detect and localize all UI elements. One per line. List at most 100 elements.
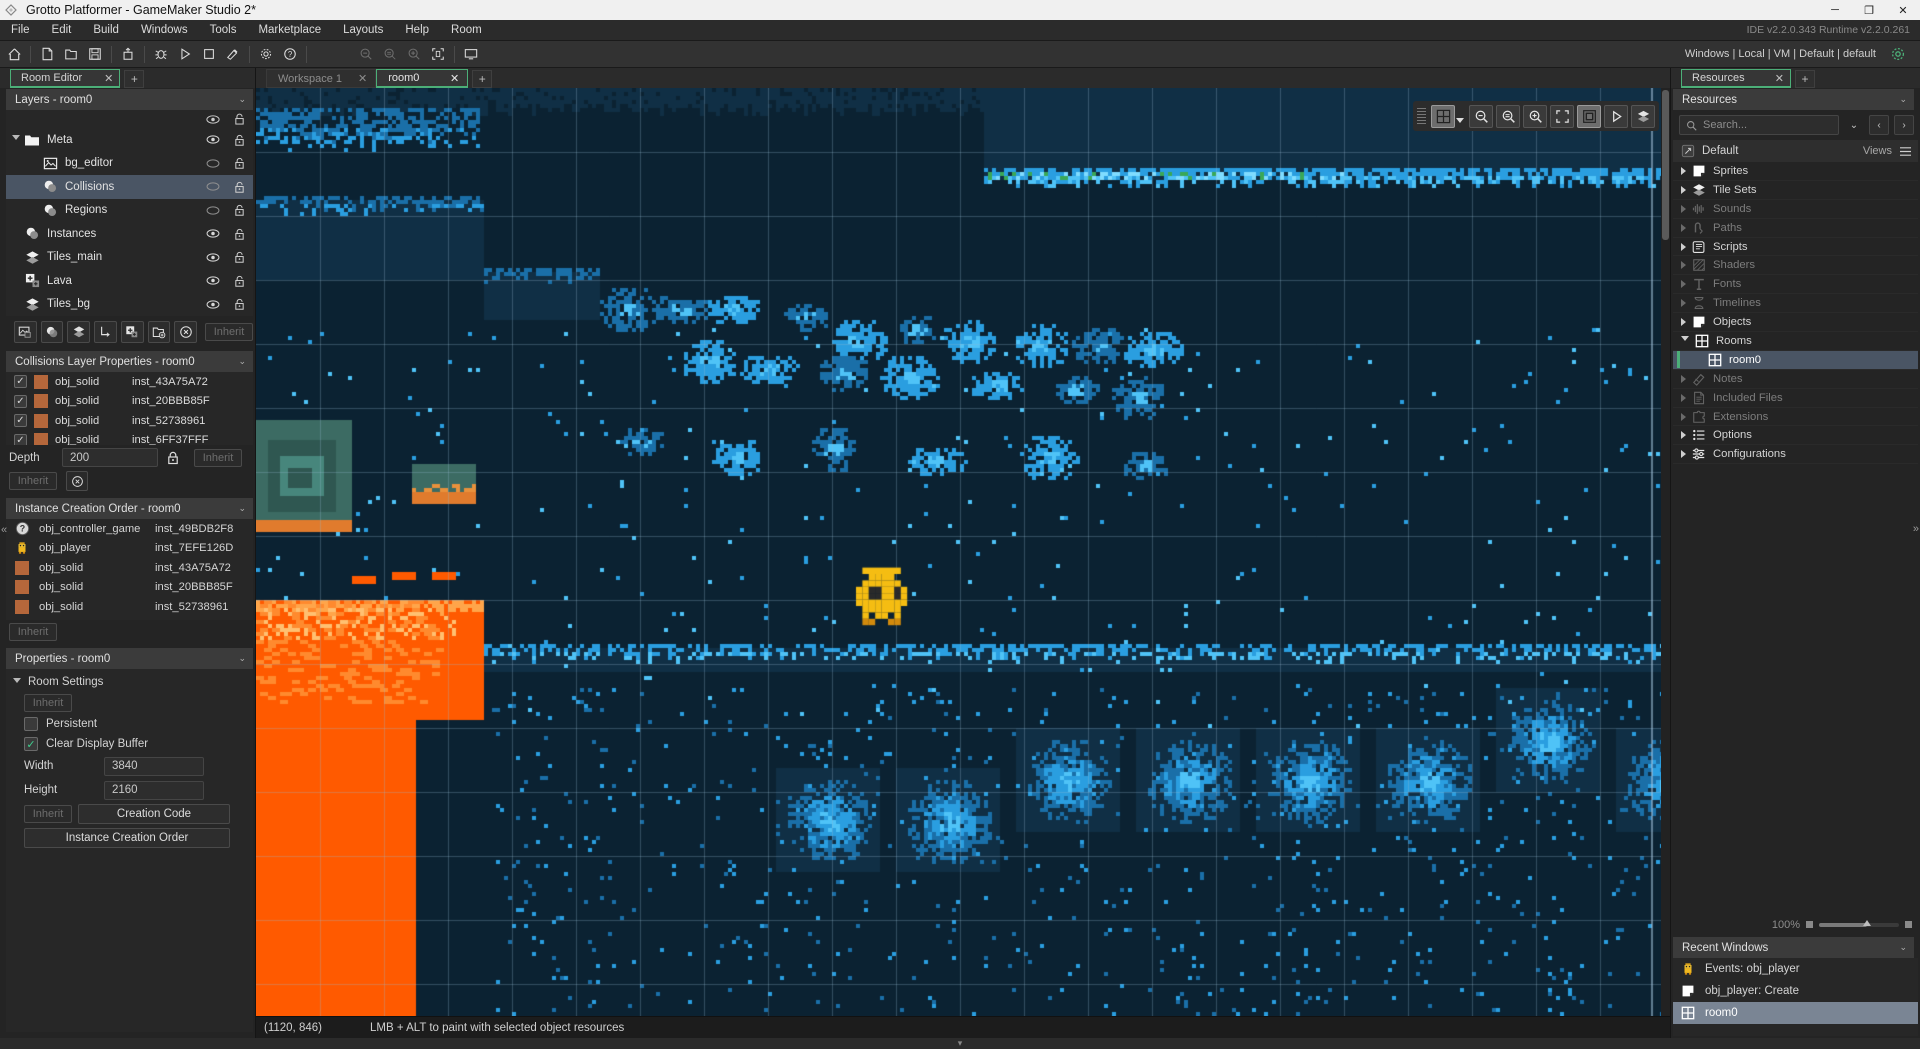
stop-icon[interactable] [198, 44, 220, 65]
zoom-reset-icon[interactable] [379, 44, 401, 65]
close-icon[interactable]: ✕ [1775, 72, 1784, 85]
grid-toggle-icon[interactable] [1431, 104, 1455, 128]
expander-closed-icon[interactable] [1681, 318, 1686, 327]
expander-closed-icon[interactable] [1681, 223, 1686, 232]
creation-order-inherit-button[interactable]: Inherit [9, 623, 57, 641]
menu-item-edit[interactable]: Edit [41, 20, 83, 41]
expander-closed-icon[interactable] [1681, 412, 1686, 421]
menu-item-file[interactable]: File [0, 20, 41, 41]
delete-layer-icon[interactable] [174, 320, 198, 343]
visibility-off-icon[interactable] [206, 158, 220, 169]
room-canvas-container[interactable] [256, 88, 1670, 1016]
new-file-icon[interactable] [36, 44, 58, 65]
resource-row-sounds[interactable]: Sounds [1673, 200, 1918, 219]
canvas-vertical-scrollbar[interactable] [1661, 88, 1670, 1016]
creation-order-row[interactable]: obj_player inst_7EFE126D [6, 539, 253, 559]
lock-icon[interactable] [234, 275, 245, 287]
expander-open-icon[interactable] [12, 135, 20, 144]
creation-order-list[interactable]: ? obj_controller_game inst_49BDB2F8 obj_pla… [6, 519, 253, 620]
creation-code-button[interactable]: Creation Code [78, 804, 230, 824]
room-inherit-button[interactable]: Inherit [24, 694, 72, 712]
play-room-icon[interactable] [1604, 104, 1628, 128]
resource-row-fonts[interactable]: Fonts [1673, 275, 1918, 295]
chevron-down-icon[interactable]: ⌄ [1899, 942, 1907, 953]
resource-row-included-files[interactable]: Included Files [1673, 389, 1918, 408]
help-icon[interactable]: ? [279, 44, 301, 65]
maximize-button[interactable]: ❐ [1852, 0, 1886, 20]
zoom-out-icon[interactable] [355, 44, 377, 65]
clear-icon[interactable] [66, 471, 88, 491]
instance-visible-checkbox[interactable]: ✓ [14, 394, 27, 408]
layer-row-tiles_bg[interactable]: Tiles_bg [6, 293, 253, 317]
menu-item-tools[interactable]: Tools [199, 20, 248, 41]
lock-icon[interactable] [234, 134, 245, 146]
menu-item-help[interactable]: Help [394, 20, 440, 41]
minimize-button[interactable]: ─ [1818, 0, 1852, 20]
eye-icon[interactable] [206, 275, 220, 286]
recent-window-row[interactable]: Events: obj_player [1673, 958, 1918, 980]
chevron-down-icon[interactable]: ⌄ [238, 653, 246, 664]
search-dropdown-icon[interactable]: ⌄ [1844, 115, 1864, 135]
debug-icon[interactable] [150, 44, 172, 65]
expander-closed-icon[interactable] [1681, 185, 1686, 194]
expander-closed-icon[interactable] [1681, 242, 1686, 251]
close-button[interactable]: ✕ [1886, 0, 1920, 20]
add-path-layer-icon[interactable] [94, 320, 117, 343]
zoom-slider[interactable] [1819, 919, 1899, 927]
add-tab-button[interactable]: + [124, 70, 145, 88]
resource-row-configurations[interactable]: Configurations [1673, 445, 1918, 465]
visibility-off-icon[interactable] [206, 205, 220, 216]
expander-closed-icon[interactable] [1681, 431, 1686, 440]
layer-instance-row[interactable]: ✓ obj_solid inst_20BBB85F [6, 392, 253, 412]
right-panel-expand-icon[interactable]: » [1913, 523, 1919, 535]
expander-closed-icon[interactable] [1681, 299, 1686, 308]
lock-icon[interactable] [234, 113, 245, 125]
layer-properties-header[interactable]: Collisions Layer Properties - room0 ⌄ [6, 351, 253, 372]
resource-row-room0[interactable]: room0 [1673, 350, 1918, 370]
eye-icon[interactable] [206, 252, 220, 263]
eye-icon[interactable] [206, 299, 220, 310]
layer-props-inherit-button[interactable]: Inherit [9, 472, 57, 490]
resource-row-extensions[interactable]: Extensions [1673, 408, 1918, 427]
resources-tree[interactable]: Sprites Tile Sets Sounds Paths Scripts Shader… [1673, 162, 1918, 914]
layer-instance-row[interactable]: ✓ obj_solid inst_43A75A72 [6, 372, 253, 392]
add-tab-button[interactable]: + [1795, 70, 1815, 88]
scrollbar-thumb[interactable] [1662, 90, 1669, 240]
resource-config-row[interactable]: Default Views [1673, 140, 1918, 162]
add-instance-layer-icon[interactable] [40, 320, 64, 343]
layer-properties-instance-list[interactable]: ✓ obj_solid inst_43A75A72 ✓ obj_solid inst_20… [6, 372, 253, 445]
chevron-down-icon[interactable]: ⌄ [238, 94, 246, 105]
expander-open-icon[interactable] [13, 677, 21, 687]
save-icon[interactable] [84, 44, 106, 65]
chevron-down-icon[interactable]: ⌄ [238, 503, 246, 514]
depth-input[interactable]: 200 [62, 448, 158, 467]
resource-row-notes[interactable]: Notes [1673, 370, 1918, 389]
expander-closed-icon[interactable] [1681, 204, 1686, 213]
lock-icon[interactable] [234, 228, 245, 240]
add-asset-layer-icon[interactable] [120, 320, 144, 343]
zoom-out-icon[interactable] [1469, 104, 1493, 128]
close-icon[interactable]: ✕ [358, 72, 367, 85]
recent-windows-header[interactable]: Recent Windows ⌄ [1673, 937, 1914, 958]
eye-icon[interactable] [206, 134, 220, 145]
creation-order-row[interactable]: obj_solid inst_43A75A72 [6, 558, 253, 578]
search-input[interactable]: Search... [1679, 115, 1839, 135]
menu-item-windows[interactable]: Windows [130, 20, 199, 41]
hamburger-icon[interactable] [1899, 146, 1912, 157]
lock-icon[interactable] [234, 204, 245, 216]
room-canvas[interactable] [256, 88, 1670, 1016]
layer-row-lava[interactable]: Lava [6, 269, 253, 293]
resource-row-scripts[interactable]: Scripts [1673, 238, 1918, 257]
resource-row-tile-sets[interactable]: Tile Sets [1673, 181, 1918, 200]
layer-row-tiles_main[interactable]: Tiles_main [6, 246, 253, 270]
expander-closed-icon[interactable] [1681, 393, 1686, 402]
resource-row-timelines[interactable]: Timelines [1673, 294, 1918, 314]
eye-icon[interactable] [206, 114, 220, 125]
resources-section-header[interactable]: Resources ⌄ [1673, 89, 1914, 110]
persistent-checkbox[interactable] [24, 717, 38, 731]
close-icon[interactable]: ✕ [104, 72, 113, 85]
resource-row-sprites[interactable]: Sprites [1673, 162, 1918, 181]
search-prev-button[interactable]: ‹ [1869, 115, 1889, 135]
recent-window-row[interactable]: obj_player: Create [1673, 980, 1918, 1002]
properties-header[interactable]: Properties - room0 ⌄ [6, 648, 253, 669]
